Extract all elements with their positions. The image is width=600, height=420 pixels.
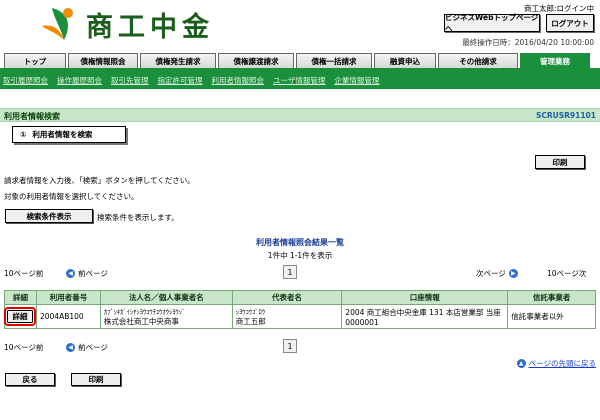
tab-loan[interactable]: 融資申込 xyxy=(374,53,436,68)
pager-bottom: 10ページ前 ◀ 前ページ 1 xyxy=(0,339,600,353)
back-to-top-label: ページの先頭に戻る xyxy=(528,359,596,368)
col-user-number: 利用者番号 xyxy=(35,290,101,305)
subnav-operation-history[interactable]: 操作履歴照会 xyxy=(57,75,102,86)
step-indicator: ① 利用者情報を検索 xyxy=(12,126,126,143)
back-button[interactable]: 戻る xyxy=(5,373,55,386)
page-title-bar: 利用者情報検索 SCRUSR91101 xyxy=(0,108,600,122)
tab-claim-bulk[interactable]: 債権一括請求 xyxy=(296,53,372,68)
table-row: 詳細 2004AB100 ｶﾌﾞｼｷｶﾞｲｼﾔｼﾖｳｺｳﾁﾕｳｵｳｼﾖｳｼﾞ 株… xyxy=(4,304,596,329)
header: 商工中金 商工太郎:ログイン中 ビジネスWebトップページへ ログアウト 最終操… xyxy=(0,0,600,50)
tab-other-request[interactable]: その他請求 xyxy=(438,53,518,68)
subnav-transaction-history[interactable]: 取引履歴照会 xyxy=(3,75,48,86)
tab-claim-transfer[interactable]: 債権譲渡請求 xyxy=(218,53,294,68)
search-conditions-hint: 検索条件を表示します。 xyxy=(97,213,179,222)
subnav-permission-management[interactable]: 指定許可管理 xyxy=(158,75,203,86)
arrow-left-icon: ◀ xyxy=(66,343,75,352)
col-trust: 信託事業者 xyxy=(507,290,596,305)
arrow-left-icon: ◀ xyxy=(66,269,75,278)
pager-prev[interactable]: ◀ 前ページ xyxy=(66,268,108,279)
corp-name: 株式会社商工中央商事 xyxy=(103,317,179,326)
col-detail: 詳細 xyxy=(4,290,37,305)
cell-representative: ｼﾖｳｺｳｺﾞﾛｳ 商工五郎 xyxy=(231,304,343,329)
arrow-right-icon: ▶ xyxy=(508,269,518,278)
sub-nav: 取引履歴照会 操作履歴照会 取引先管理 指定許可管理 利用者情報照会 ユーザ情報… xyxy=(0,71,600,89)
detail-button[interactable]: 詳細 xyxy=(4,307,36,326)
logo-mark-icon xyxy=(42,8,73,40)
last-operation-time: 最終操作日時：2016/04/20 10:00:00 xyxy=(462,38,594,47)
back-to-top-link[interactable]: ▲ ページの先頭に戻る xyxy=(516,358,596,369)
account-line-2: 0000001 xyxy=(345,317,379,327)
cell-account-info: 2004 商工組合中央金庫 131 本店営業部 当座 0000001 xyxy=(341,304,509,329)
main-tabs: トップ 債権情報照会 債権発生請求 債権譲渡請求 債権一括請求 融資申込 その他… xyxy=(4,53,596,68)
screen-id: SCRUSR91101 xyxy=(535,111,596,120)
step-number-icon: ① xyxy=(20,130,27,139)
cell-detail: 詳細 xyxy=(4,304,37,329)
print-button-bottom[interactable]: 印刷 xyxy=(71,373,121,386)
subnav-partner-management[interactable]: 取引先管理 xyxy=(111,75,149,86)
instruction-1: 請求者情報を入力後、「検索」ボタンを押してください。 xyxy=(4,176,195,185)
logout-button[interactable]: ログアウト xyxy=(546,14,594,32)
pager-next10[interactable]: 10ページ次 xyxy=(547,268,586,279)
show-search-conditions-button[interactable]: 検索条件表示 xyxy=(5,209,93,223)
results-table: 詳細 利用者番号 法人名／個人事業者名 代表者名 口座情報 信託事業者 詳細 2… xyxy=(4,290,596,329)
tab-claim-inquiry[interactable]: 債権情報照会 xyxy=(68,53,138,68)
result-title: 利用者情報照会結果一覧 xyxy=(256,238,344,247)
pager-top: 10ページ前 ◀ 前ページ 1 次ページ ▶ 10ページ次 xyxy=(0,265,600,279)
pager-prev-label: 前ページ xyxy=(78,269,108,278)
cell-user-number: 2004AB100 xyxy=(35,304,101,329)
rep-name: 商工五郎 xyxy=(235,317,266,326)
pager-next-label: 次ページ xyxy=(476,269,506,278)
pager-page-1[interactable]: 1 xyxy=(283,265,297,279)
col-account-info: 口座情報 xyxy=(341,290,509,305)
table-header-row: 詳細 利用者番号 法人名／個人事業者名 代表者名 口座情報 信託事業者 xyxy=(4,290,596,305)
result-count: 1件中 1-1件を表示 xyxy=(267,251,333,260)
account-line-1: 2004 商工組合中央金庫 131 本店営業部 当座 xyxy=(345,307,501,317)
col-representative: 代表者名 xyxy=(231,290,343,305)
subnav-user-info-inquiry[interactable]: 利用者情報照会 xyxy=(212,75,265,86)
print-button-top[interactable]: 印刷 xyxy=(535,155,585,169)
cell-trust: 信託事業者以外 xyxy=(507,304,596,329)
pager-bottom-page-1[interactable]: 1 xyxy=(283,339,297,353)
cell-corp-name: ｶﾌﾞｼｷｶﾞｲｼﾔｼﾖｳｺｳﾁﾕｳｵｳｼﾖｳｼﾞ 株式会社商工中央商事 xyxy=(99,304,233,329)
rep-name-kana: ｼﾖｳｺｳｺﾞﾛｳ xyxy=(235,308,265,316)
page-title: 利用者情報検索 xyxy=(4,112,60,121)
tab-top[interactable]: トップ xyxy=(4,53,66,68)
logo-text: 商工中金 xyxy=(86,11,214,43)
pager-bottom-prev10[interactable]: 10ページ前 xyxy=(4,342,43,353)
pager-next[interactable]: 次ページ ▶ xyxy=(476,268,518,279)
tab-claim-issue[interactable]: 債権発生請求 xyxy=(140,53,216,68)
subnav-user-info-management[interactable]: ユーザ情報管理 xyxy=(273,75,325,86)
arrow-up-icon: ▲ xyxy=(516,359,526,368)
corp-name-kana: ｶﾌﾞｼｷｶﾞｲｼﾔｼﾖｳｺｳﾁﾕｳｵｳｼﾖｳｼﾞ xyxy=(103,308,186,316)
logo: 商工中金 xyxy=(38,4,214,44)
pager-bottom-prev[interactable]: ◀ 前ページ xyxy=(66,342,108,353)
instruction-2: 対象の利用者情報を選択してください。 xyxy=(4,192,139,201)
pager-prev10[interactable]: 10ページ前 xyxy=(4,268,43,279)
step-label: 利用者情報を検索 xyxy=(32,130,93,139)
subnav-company-info-management[interactable]: 企業情報管理 xyxy=(334,75,379,86)
business-web-top-button[interactable]: ビジネスWebトップページへ xyxy=(444,13,540,33)
col-corp-name: 法人名／個人事業者名 xyxy=(99,290,233,305)
tab-admin[interactable]: 管理業務 xyxy=(520,53,590,68)
pager-bottom-prev-label: 前ページ xyxy=(78,343,108,352)
